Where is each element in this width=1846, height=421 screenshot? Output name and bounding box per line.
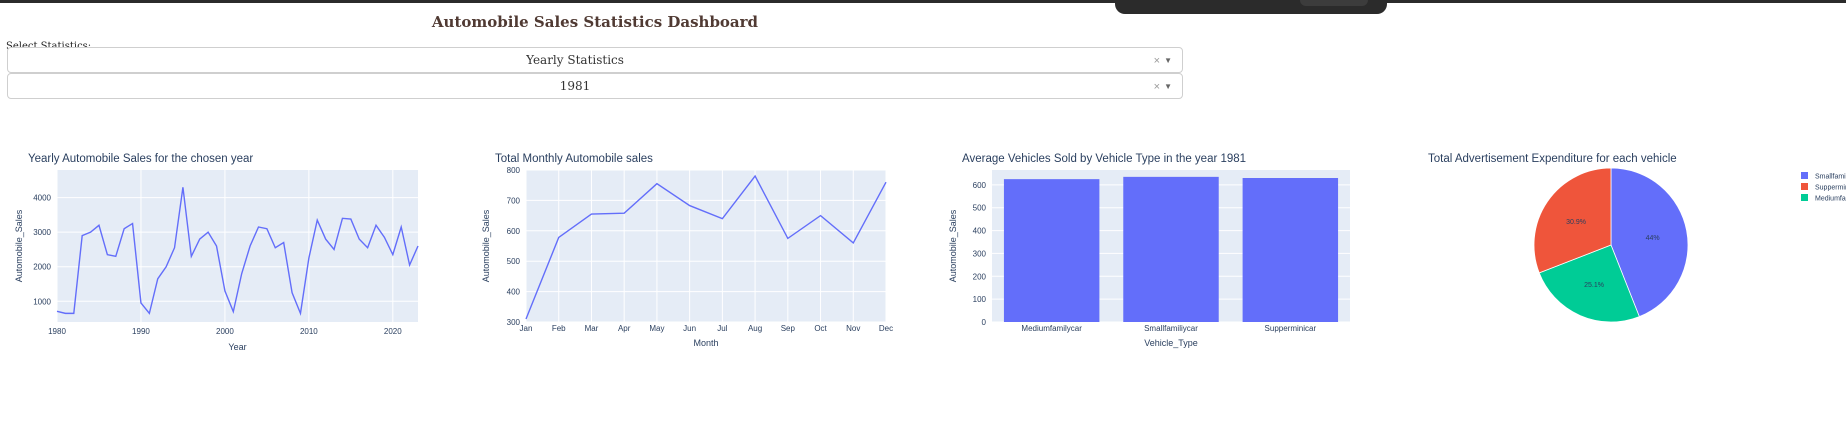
x-tick-label: Feb (552, 324, 566, 333)
window-top-border (0, 0, 1846, 3)
legend-label: Supperminica (1815, 185, 1846, 192)
x-tick-label: Mediumfamilycar (1021, 324, 1082, 333)
x-tick-label: Jul (717, 324, 727, 333)
monthly-sales-plot: Jan Feb Mar Apr May Jun Jul Aug Sep Oct Nov Dec 300 4… (481, 166, 893, 348)
statistics-dropdown-value: Yearly Statistics (526, 53, 624, 67)
x-tick-label: Jun (683, 324, 696, 333)
bar (1242, 178, 1339, 322)
ad-expenditure-chart: Total Advertisement Expenditure for each… (1400, 145, 1846, 416)
x-tick-label: Dec (879, 324, 893, 333)
year-dropdown[interactable]: 1981 × ▼ (7, 73, 1183, 99)
page-title: Automobile Sales Statistics Dashboard (431, 13, 759, 31)
x-tick-label: Mar (585, 324, 599, 333)
x-tick-label: 1990 (132, 327, 150, 336)
yearly-sales-chart: Yearly Automobile Sales for the chosen y… (0, 145, 470, 416)
chart-title: Yearly Automobile Sales for the chosen y… (28, 153, 254, 165)
yearly-sales-plot: 1980 1990 2000 2010 2020 1000 2000 3000 4000 Year… (14, 170, 419, 352)
year-dropdown-value: 1981 (559, 79, 591, 93)
clear-icon[interactable]: × (1154, 55, 1160, 67)
slice-label: 25.1% (1584, 282, 1604, 289)
y-tick-label: 2000 (33, 263, 51, 272)
x-tick-label: 2020 (384, 327, 402, 336)
y-tick-label: 800 (507, 166, 521, 175)
x-axis-label: Month (693, 338, 718, 348)
x-tick-label: 2000 (216, 327, 234, 336)
statistics-dropdown[interactable]: Yearly Statistics × ▼ (7, 47, 1183, 73)
chevron-down-icon[interactable]: ▼ (1164, 82, 1172, 91)
y-tick-label: 700 (507, 196, 521, 205)
x-tick-label: Oct (814, 324, 827, 333)
chart-title: Total Advertisement Expenditure for each… (1428, 153, 1677, 165)
chevron-down-icon[interactable]: ▼ (1164, 56, 1172, 65)
x-axis-label: Year (228, 342, 246, 352)
y-axis-label: Automobile_Sales (14, 209, 24, 282)
y-tick-label: 400 (973, 227, 987, 236)
y-tick-label: 400 (507, 288, 521, 297)
legend-swatch (1801, 194, 1808, 201)
y-tick-label: 300 (507, 318, 521, 327)
bar (1123, 176, 1219, 322)
slice-label: 44% (1646, 235, 1660, 242)
ad-expenditure-pie: 44% 25.1% 30.9% Smallfamilyc Supperminica Med… (1533, 167, 1846, 323)
y-axis-label: Automobile_Sales (948, 209, 958, 282)
plot-area (57, 170, 418, 322)
y-tick-label: 100 (973, 295, 987, 304)
y-tick-label: 4000 (33, 194, 51, 203)
y-tick-label: 0 (982, 318, 987, 327)
clear-icon[interactable]: × (1154, 81, 1160, 93)
legend-swatch (1801, 183, 1808, 190)
x-tick-label: Nov (846, 324, 860, 333)
vehicle-type-chart: Average Vehicles Sold by Vehicle Type in… (934, 145, 1404, 416)
y-axis-label: Automobile_Sales (481, 209, 491, 282)
x-tick-label: Sep (781, 324, 796, 333)
x-tick-label: Smallfamiliycar (1144, 324, 1198, 333)
y-tick-label: 600 (973, 181, 987, 190)
y-tick-label: 600 (507, 227, 521, 236)
x-tick-label: Jan (520, 324, 533, 333)
monthly-sales-chart: Total Monthly Automobile sales Jan Feb Mar… (467, 145, 937, 416)
chart-title: Total Monthly Automobile sales (495, 153, 653, 165)
plot-area (526, 170, 886, 322)
bar (1003, 179, 1100, 322)
x-tick-label: 2010 (300, 327, 318, 336)
slice-label: 30.9% (1566, 219, 1586, 226)
overlay-tab-handle (1300, 0, 1368, 6)
y-tick-label: 200 (973, 272, 987, 281)
chart-title: Average Vehicles Sold by Vehicle Type in… (962, 153, 1247, 165)
y-tick-label: 3000 (33, 228, 51, 237)
x-tick-label: Apr (618, 324, 631, 333)
legend-label: Smallfamilyc (1815, 174, 1846, 181)
vehicle-type-bar-plot: 0 100 200 300 400 500 600 Mediumfamilycar Smallf… (948, 170, 1350, 348)
x-tick-label: 1980 (48, 327, 66, 336)
x-tick-label: Supperminicar (1265, 324, 1317, 333)
x-tick-label: Aug (748, 324, 762, 333)
y-tick-label: 500 (973, 204, 987, 213)
legend-swatch (1801, 172, 1808, 179)
x-tick-label: May (649, 324, 664, 333)
y-tick-label: 500 (507, 257, 521, 266)
legend-label: Mediumfamil (1815, 196, 1846, 203)
y-tick-label: 1000 (33, 297, 51, 306)
y-tick-label: 300 (973, 249, 987, 258)
x-axis-label: Vehicle_Type (1144, 338, 1198, 348)
